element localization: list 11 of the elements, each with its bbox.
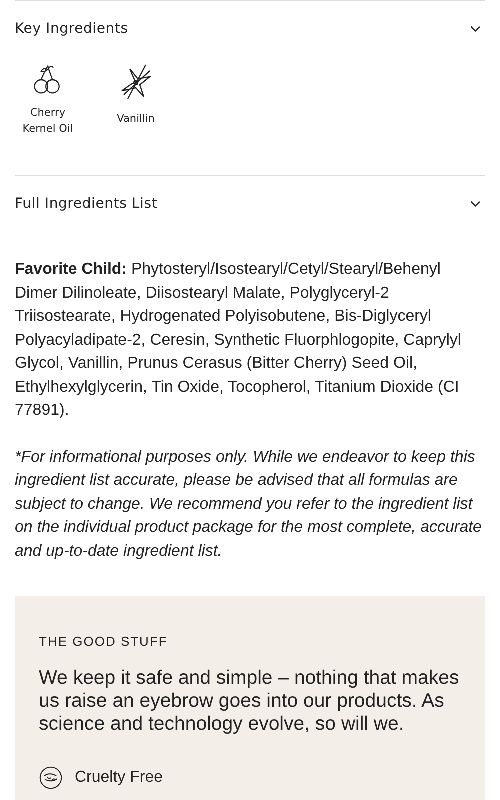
eyebrow-label: THE GOOD STUFF <box>39 634 169 649</box>
chevron-down-icon <box>470 200 481 208</box>
disclaimer-text: *For informational purposes only. While we endeavor to keep this ingredient list accurate, please be advised that all formulas are subject to change. We recommend you refer to the ingredient list on the individual product package for the most complete, accurate and up-to-date ingredient list. <box>15 448 483 562</box>
accordion-header[interactable]: Full Ingredients List <box>15 176 485 232</box>
headline-text: We keep it safe and simple – nothing that makes us raise an eyebrow goes into our products. As science and technology evolve, so will we. <box>39 667 460 736</box>
badge-label: Cruelty Free <box>75 769 164 787</box>
ingredient-list: Favorite Child: Phytosteryl/Isostearyl/Cetyl/Stearyl/Behenyl Dimer Dilinoleate, Diisostearyl Malate, Polyglyceryl-2 Triisostearate, Hydrogenated Polyisobutene, Bis-Diglyceryl Polyacyladipate-2, Ceresin, Synthetic Fluorphlogopite, Caprylyl Glycol, Vanillin, Prunus Cerasus (Bitter Cherry) Seed Oil, Ethylhexylglycerin, Tin Oxide, Tocopherol, Titanium Dioxide (CI 77891). <box>15 258 485 422</box>
ingredient-name: Vanillin <box>117 112 155 127</box>
ingredient-name: Cherry Kernel Oil <box>22 106 74 137</box>
chevron-down-icon <box>470 26 481 32</box>
accordion-header[interactable]: Key Ingredients <box>15 1 485 57</box>
